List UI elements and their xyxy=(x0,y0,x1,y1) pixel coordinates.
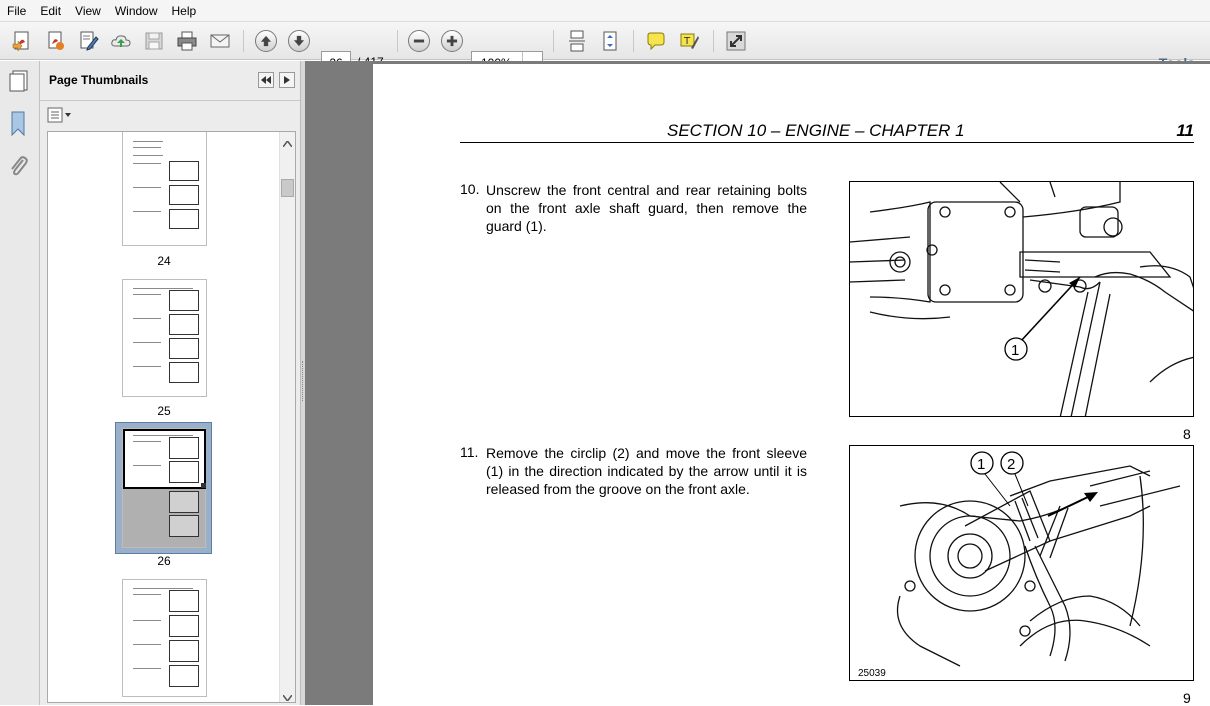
menu-bar: File Edit View Window Help xyxy=(0,0,1210,22)
scroll-thumb[interactable] xyxy=(281,179,294,197)
panel-title: Page Thumbnails xyxy=(49,73,149,87)
menu-file[interactable]: File xyxy=(0,0,33,22)
step-number: 11. xyxy=(460,444,479,460)
figure-number: 9 xyxy=(1183,690,1191,706)
thumbnail-page-27[interactable] xyxy=(122,579,207,697)
edit-document-icon[interactable] xyxy=(75,28,101,54)
thumbnail-options-icon[interactable] xyxy=(47,107,73,125)
figure-code: 25039 xyxy=(858,668,886,679)
thumbnail-label: 24 xyxy=(157,254,171,268)
scrolling-mode-icon[interactable] xyxy=(564,28,590,54)
highlight-text-icon[interactable]: T xyxy=(676,28,702,54)
scroll-up-icon[interactable] xyxy=(282,136,293,150)
print-icon[interactable] xyxy=(174,28,200,54)
fit-page-icon[interactable] xyxy=(597,28,623,54)
section-header: SECTION 10 – ENGINE – CHAPTER 1 xyxy=(667,121,965,140)
thumbnail-list[interactable]: 24 25 26 xyxy=(47,131,296,703)
header-rule xyxy=(460,142,1194,143)
thumbnail-page-26[interactable] xyxy=(122,428,206,548)
figure-front-axle-guard: 1 xyxy=(849,181,1194,417)
thumbnail-scrollbar[interactable] xyxy=(279,132,295,702)
thumbnail-label: 25 xyxy=(157,404,171,418)
step-number: 10. xyxy=(460,181,480,197)
zoom-out-icon[interactable] xyxy=(406,28,432,54)
next-page-icon[interactable] xyxy=(286,28,312,54)
menu-view[interactable]: View xyxy=(68,0,108,22)
panel-menu-icon[interactable] xyxy=(279,72,295,88)
attachments-icon[interactable] xyxy=(8,154,30,183)
callout-1: 1 xyxy=(977,456,985,473)
full-screen-icon[interactable] xyxy=(723,28,749,54)
panel-header: Page Thumbnails xyxy=(40,61,300,101)
combine-files-icon[interactable] xyxy=(42,28,68,54)
comment-icon[interactable] xyxy=(643,28,669,54)
collapse-panel-icon[interactable] xyxy=(258,72,274,88)
page-number: 11 xyxy=(1176,121,1194,140)
menu-window[interactable]: Window xyxy=(108,0,165,22)
figure-number: 8 xyxy=(1183,426,1191,442)
zoom-in-icon[interactable] xyxy=(439,28,465,54)
page-thumbnails-panel: Page Thumbnails 24 25 26 xyxy=(40,61,300,705)
callout-1: 1 xyxy=(1011,342,1019,359)
step-text: Remove the circlip (2) and move the fron… xyxy=(486,445,807,497)
thumbnail-label: 26 xyxy=(157,554,171,568)
create-pdf-icon[interactable] xyxy=(9,28,35,54)
thumbnail-page-24[interactable] xyxy=(122,132,207,246)
menu-edit[interactable]: Edit xyxy=(33,0,68,22)
navigation-rail xyxy=(0,61,40,705)
cloud-upload-icon[interactable] xyxy=(108,28,134,54)
scroll-down-icon[interactable] xyxy=(282,690,293,702)
menu-help[interactable]: Help xyxy=(165,0,204,22)
page-thumbnails-icon[interactable] xyxy=(8,69,30,96)
previous-page-icon[interactable] xyxy=(253,28,279,54)
thumbnail-page-25[interactable] xyxy=(122,279,207,397)
document-view[interactable]: SECTION 10 – ENGINE – CHAPTER 1 11 10. U… xyxy=(305,61,1210,706)
save-icon[interactable] xyxy=(141,28,167,54)
bookmarks-icon[interactable] xyxy=(9,111,29,140)
email-icon[interactable] xyxy=(207,28,233,54)
document-page: SECTION 10 – ENGINE – CHAPTER 1 11 10. U… xyxy=(373,64,1210,706)
callout-2: 2 xyxy=(1007,456,1015,473)
toolbar: 26 / 417 100% T Tools xyxy=(0,22,1210,75)
svg-text:T: T xyxy=(683,36,691,47)
step-text: Unscrew the front central and rear retai… xyxy=(486,182,807,234)
figure-front-sleeve-circlip: 1 2 25039 xyxy=(849,445,1194,681)
